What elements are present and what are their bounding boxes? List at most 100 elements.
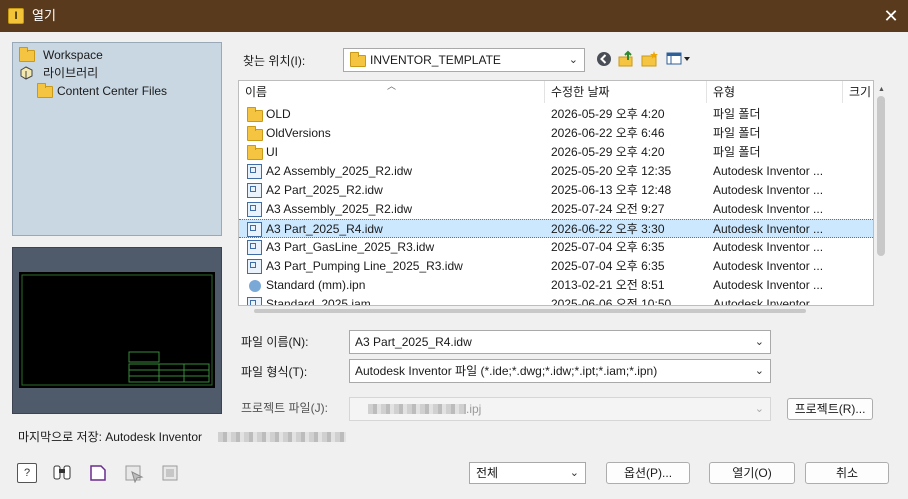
project-dropdown: .ipj ⌄ xyxy=(349,397,771,421)
sidebar-item-label: Content Center Files xyxy=(57,84,168,98)
last-saved-label: 마지막으로 저장: Autodesk Inventor xyxy=(18,430,203,444)
file-type: Autodesk Inventor ... xyxy=(713,202,824,216)
document-icon[interactable] xyxy=(88,463,108,483)
column-header-name[interactable]: 이름 ︿ xyxy=(239,81,545,103)
file-modified: 2025-06-06 오전 10:50 xyxy=(551,297,672,306)
column-header-modified[interactable]: 수정한 날짜 xyxy=(545,81,707,103)
file-list[interactable]: 이름 ︿ 수정한 날짜 유형 크기 OLD 2026-05-29 오후 4:20 파… xyxy=(238,80,874,306)
file-name: Standard (mm).ipn xyxy=(266,278,366,292)
file-modified: 2013-02-21 오전 8:51 xyxy=(551,278,665,292)
file-type: Autodesk Inventor ... xyxy=(713,278,824,292)
options-button[interactable]: 옵션(P)... xyxy=(606,462,690,484)
filetype-dropdown[interactable]: Autodesk Inventor 파일 (*.ide;*.dwg;*.idw;… xyxy=(349,359,771,383)
drawing-file-icon xyxy=(247,240,262,255)
scope-value: 전체 xyxy=(476,466,499,480)
file-type: Autodesk Inventor ... xyxy=(713,183,824,197)
location-dropdown[interactable]: INVENTOR_TEMPLATE ⌄ xyxy=(343,48,585,72)
file-type: 파일 폴더 xyxy=(713,107,761,121)
drawing-file-icon xyxy=(247,202,262,217)
find-icon[interactable] xyxy=(52,463,72,483)
table-row[interactable]: A2 Part_2025_R2.idw 2025-06-13 오후 12:48 Au… xyxy=(239,181,873,200)
table-row[interactable]: OLD 2026-05-29 오후 4:20 파일 폴더 xyxy=(239,105,873,124)
redacted-path xyxy=(368,404,466,414)
filename-input[interactable]: A3 Part_2025_R4.idw ⌄ xyxy=(349,330,771,354)
folder-icon xyxy=(350,52,366,67)
view-menu-icon[interactable] xyxy=(665,50,691,68)
file-modified: 2025-07-04 오후 6:35 xyxy=(551,240,665,254)
window-title: 열기 xyxy=(32,8,56,23)
table-row[interactable]: Standard (mm).ipn 2013-02-21 오전 8:51 Autod… xyxy=(239,276,873,295)
file-name: A2 Assembly_2025_R2.idw xyxy=(266,164,413,178)
table-row[interactable]: OldVersions 2026-06-22 오후 6:46 파일 폴더 xyxy=(239,124,873,143)
file-modified: 2026-06-22 오후 6:46 xyxy=(551,126,665,140)
close-icon[interactable]: ✕ xyxy=(878,4,904,28)
filetype-value: Autodesk Inventor 파일 (*.ide;*.dwg;*.idw;… xyxy=(355,364,658,378)
file-preview xyxy=(12,247,222,414)
table-row[interactable]: UI 2026-05-29 오후 4:20 파일 폴더 xyxy=(239,143,873,162)
up-folder-icon[interactable] xyxy=(618,50,636,68)
file-name: A3 Assembly_2025_R2.idw xyxy=(266,202,413,216)
file-name: A2 Part_2025_R2.idw xyxy=(266,183,383,197)
folder-icon xyxy=(247,126,263,141)
table-row[interactable]: A3 Part_Pumping Line_2025_R3.idw 2025-07-… xyxy=(239,257,873,276)
help-icon[interactable]: ? xyxy=(17,463,37,483)
new-folder-icon[interactable] xyxy=(641,50,659,68)
project-label: 프로젝트 파일(J): xyxy=(241,401,328,415)
folder-icon xyxy=(247,107,263,122)
column-header-size[interactable]: 크기 xyxy=(843,81,873,103)
table-row[interactable]: A2 Assembly_2025_R2.idw 2025-05-20 오후 12:… xyxy=(239,162,873,181)
location-value: INVENTOR_TEMPLATE xyxy=(370,53,501,67)
drawing-file-icon xyxy=(247,259,262,274)
file-name: UI xyxy=(266,145,278,159)
preview-drawing xyxy=(19,272,215,388)
table-row[interactable]: A3 Assembly_2025_R2.idw 2025-07-24 오전 9:2… xyxy=(239,200,873,219)
chevron-down-icon: ⌄ xyxy=(754,365,764,377)
drawing-file-icon xyxy=(247,183,262,198)
table-row[interactable]: Standard_2025.iam 2025-06-06 오전 10:50 Auto… xyxy=(239,295,873,306)
chevron-down-icon: ⌄ xyxy=(754,403,764,415)
sidebar-item-label: Workspace xyxy=(43,48,103,62)
table-row[interactable]: A3 Part_GasLine_2025_R3.idw 2025-07-04 오후… xyxy=(239,238,873,257)
file-type: Autodesk Inventor ... xyxy=(713,297,824,306)
filename-label: 파일 이름(N): xyxy=(241,335,309,349)
chevron-down-icon: ⌄ xyxy=(569,467,579,479)
file-name: OLD xyxy=(266,107,291,121)
file-modified: 2026-06-22 오후 3:30 xyxy=(551,222,665,236)
library-icon xyxy=(19,66,34,80)
location-label: 찾는 위치(I): xyxy=(243,54,306,68)
folder-icon xyxy=(247,145,263,160)
file-type: 파일 폴더 xyxy=(713,145,761,159)
sidebar-item-label: 라이브러리 xyxy=(43,66,99,80)
redacted-version xyxy=(218,432,346,442)
chevron-down-icon: ⌄ xyxy=(754,336,764,348)
file-type: Autodesk Inventor ... xyxy=(713,240,824,254)
folder-icon xyxy=(19,47,35,62)
column-header-type[interactable]: 유형 xyxy=(707,81,843,103)
drawing-file-icon xyxy=(247,222,262,237)
horizontal-scrollbar[interactable] xyxy=(254,309,806,313)
file-name: A3 Part_GasLine_2025_R3.idw xyxy=(266,240,435,254)
scroll-up-icon[interactable]: ▲ xyxy=(878,86,885,93)
file-name: A3 Part_2025_R4.idw xyxy=(266,222,383,236)
table-row[interactable]: A3 Part_2025_R4.idw 2026-06-22 오후 3:30 Aut… xyxy=(239,219,873,238)
file-type: Autodesk Inventor ... xyxy=(713,222,824,236)
file-modified: 2025-05-20 오후 12:35 xyxy=(551,164,672,178)
file-name: A3 Part_Pumping Line_2025_R3.idw xyxy=(266,259,463,273)
file-type: Autodesk Inventor ... xyxy=(713,164,824,178)
assembly-file-icon xyxy=(247,297,262,305)
vertical-scrollbar[interactable] xyxy=(877,96,885,256)
project-value: .ipj xyxy=(466,402,482,416)
scope-dropdown[interactable]: 전체 ⌄ xyxy=(469,462,586,484)
back-icon[interactable] xyxy=(595,51,613,69)
properties-icon xyxy=(160,463,180,483)
cancel-button[interactable]: 취소 xyxy=(805,462,889,484)
file-type: Autodesk Inventor ... xyxy=(713,259,824,273)
file-modified: 2025-06-13 오후 12:48 xyxy=(551,183,672,197)
open-button[interactable]: 열기(O) xyxy=(709,462,795,484)
folder-icon xyxy=(37,83,53,98)
file-modified: 2026-05-29 오후 4:20 xyxy=(551,107,665,121)
file-modified: 2025-07-24 오전 9:27 xyxy=(551,202,665,216)
filetype-label: 파일 형식(T): xyxy=(241,365,308,379)
project-button[interactable]: 프로젝트(R)... xyxy=(787,398,873,420)
sort-ascending-icon: ︿ xyxy=(387,81,397,91)
